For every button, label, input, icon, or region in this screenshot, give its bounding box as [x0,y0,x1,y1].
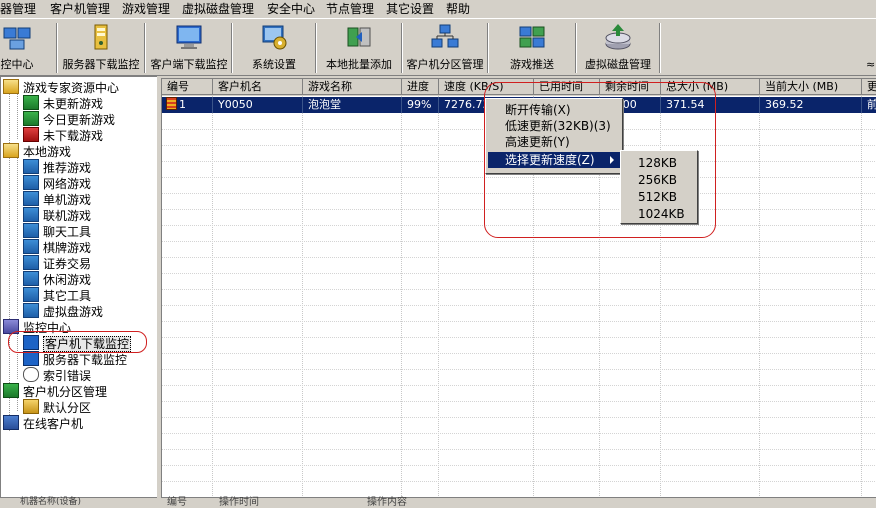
lock-icon [23,399,39,414]
tree-item-lan-games[interactable]: 联机游戏 [23,207,91,223]
menu-help[interactable]: 帮助 [446,1,470,17]
menu-client-manage[interactable]: 客户机管理 [50,1,110,17]
local-batch-add-button[interactable]: 本地批量添加 [317,19,401,75]
menu-game-manage[interactable]: 游戏管理 [122,1,170,17]
cell-current-size: 369.52 [760,97,862,113]
monitor-green-icon [23,111,39,126]
menu-other-settings[interactable]: 其它设置 [386,1,434,17]
menu-security-center[interactable]: 安全中心 [267,1,315,17]
game-push-icon [519,26,545,48]
tree-item-server-download-monitor[interactable]: 服务器下载监控 [23,351,127,367]
monitor-center-button[interactable]: 控中心 [0,19,48,75]
game-icon [23,191,39,206]
tree-item-online-clients[interactable]: 在线客户机 [3,415,83,431]
toolbar-overflow-label: ≈ [866,58,876,71]
game-icon [23,175,39,190]
partition-icon [431,24,459,48]
game-icon [23,255,39,270]
tree-item-index-error[interactable]: 索引错误 [23,367,91,383]
online-client-icon [3,415,19,430]
server-download-monitor-button[interactable]: 服务器下载监控 [58,19,144,75]
col-current-size[interactable]: 当前大小 (MB) [760,79,862,95]
folder-icon [3,143,19,158]
partition-icon [3,383,19,398]
menu-node-manage[interactable]: 节点管理 [326,1,374,17]
col-id[interactable]: 编号 [162,79,213,95]
download-status-icon [166,97,177,110]
col-client-name[interactable]: 客户机名 [213,79,303,95]
annotation-oval-tree [8,331,147,353]
client-partition-manage-button[interactable]: 客户机分区管理 [403,19,487,75]
cell-game-name: 泡泡堂 [303,97,402,113]
system-settings-button[interactable]: 系统设置 [233,19,315,75]
monitor-red-icon [23,127,39,142]
game-icon [23,159,39,174]
batch-add-icon [347,27,371,47]
col-more[interactable]: 更 [862,79,876,95]
game-icon [23,239,39,254]
monitor-center-icon [3,27,31,50]
tree-item-casual-games[interactable]: 休闲游戏 [23,271,91,287]
tree-item-default-partition[interactable]: 默认分区 [23,399,91,415]
settings-icon [262,25,287,50]
game-icon [23,223,39,238]
vdisk-icon [605,24,631,50]
navigation-tree: 游戏专家资源中心 未更新游戏 今日更新游戏 未下载游戏 本地游戏 推荐游戏 网络… [0,76,158,498]
menu-server-manage[interactable]: 器管理 [0,1,36,17]
client-monitor-icon [176,25,202,49]
server-download-icon [23,351,39,366]
tree-item-other-tools[interactable]: 其它工具 [23,287,91,303]
vdisk-manage-button[interactable]: 虚拟磁盘管理 [577,19,659,75]
monitor-green-icon [23,95,39,110]
game-icon [23,303,39,318]
tree-item-single-player[interactable]: 单机游戏 [23,191,91,207]
cell-client-name: Y0050 [213,97,303,113]
client-download-monitor-button[interactable]: 客户端下载监控 [146,19,232,75]
index-error-icon [23,367,39,382]
tree-item-partition-manage[interactable]: 客户机分区管理 [3,383,107,399]
tree-item-online-games[interactable]: 网络游戏 [23,175,91,191]
menu-vdisk-manage[interactable]: 虚拟磁盘管理 [182,1,254,17]
cell-more: 前 [862,97,876,113]
cell-id: 1 [162,97,213,113]
tree-item-securities[interactable]: 证券交易 [23,255,91,271]
tree-item-local-games[interactable]: 本地游戏 [3,143,71,159]
annotation-oval-menu [484,82,716,238]
game-icon [23,207,39,222]
tree-item-updated-today[interactable]: 今日更新游戏 [23,111,115,127]
tree-item-resource-center[interactable]: 游戏专家资源中心 [3,79,119,95]
cell-progress: 99% [402,97,439,113]
tree-item-vdisk-games[interactable]: 虚拟盘游戏 [23,303,103,319]
folder-icon [3,79,19,94]
tree-item-chat-tools[interactable]: 聊天工具 [23,223,91,239]
toolbar: 控中心 服务器下载监控 客户端下载监控 系统设置 本地批量添加 客户机分区管理 … [0,18,876,76]
tree-item-recommended[interactable]: 推荐游戏 [23,159,91,175]
server-download-icon [94,24,108,50]
col-game-name[interactable]: 游戏名称 [303,79,402,95]
col-progress[interactable]: 进度 [402,79,439,95]
tree-item-not-updated[interactable]: 未更新游戏 [23,95,103,111]
tree-item-board-games[interactable]: 棋牌游戏 [23,239,91,255]
game-push-button[interactable]: 游戏推送 [489,19,575,75]
game-icon [23,271,39,286]
menu-bar: 器管理 客户机管理 游戏管理 虚拟磁盘管理 安全中心 节点管理 其它设置 帮助 [0,0,876,18]
game-icon [23,287,39,302]
tree-item-not-downloaded[interactable]: 未下载游戏 [23,127,103,143]
